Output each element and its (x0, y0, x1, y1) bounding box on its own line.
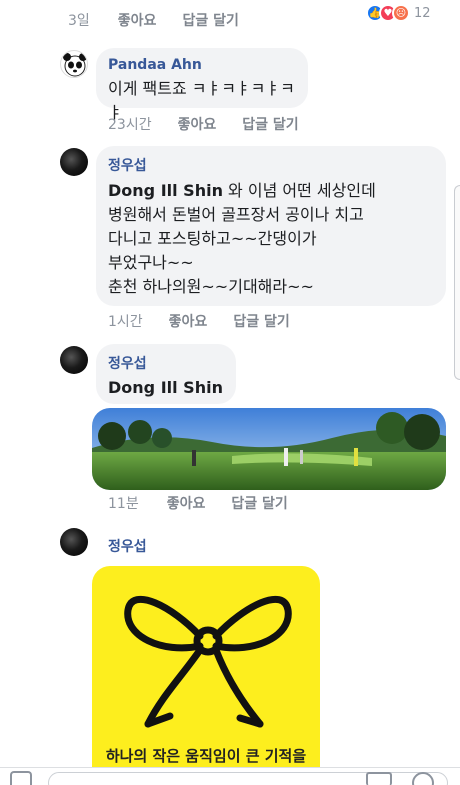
comment-bubble: 정우섭 Dong Ill Shin 와 이념 어떤 세상인데 병원해서 돈벌어 … (96, 146, 446, 306)
avatar[interactable] (60, 528, 88, 556)
reply-button[interactable]: 답글 달기 (231, 493, 287, 513)
scrollbar[interactable] (454, 185, 460, 380)
yellow-ribbon-image[interactable]: 하나의 작은 움직임이 큰 기적을 (92, 566, 320, 772)
angry-icon: ☹ (392, 4, 410, 22)
avatar[interactable] (60, 50, 88, 78)
reaction-count: 12 (414, 5, 431, 21)
comment-meta: 23시간 좋아요 답글 달기 (108, 114, 299, 134)
panda-icon (63, 53, 87, 77)
like-button[interactable]: 좋아요 (178, 114, 217, 134)
reaction-summary[interactable]: 👍 ♥ ☹ 12 (366, 4, 431, 22)
avatar[interactable] (60, 148, 88, 176)
comment-time: 11분 (108, 496, 139, 512)
reply-button[interactable]: 답글 달기 (242, 114, 298, 134)
avatar[interactable] (60, 346, 88, 374)
tagged-user[interactable]: Dong Ill Shin (108, 377, 224, 399)
comment-meta: 3일 좋아요 답글 달기 (68, 10, 239, 30)
comment-bubble: 정우섭 Dong Ill Shin (96, 344, 236, 404)
comment-author[interactable]: 정우섭 (108, 353, 224, 373)
image-caption: 하나의 작은 움직임이 큰 기적을 (105, 747, 307, 765)
gif-icon[interactable] (366, 772, 392, 785)
ribbon-icon (124, 595, 292, 728)
comment-text: Dong Ill Shin 와 이념 어떤 세상인데 병원해서 돈벌어 골프장서… (108, 179, 434, 299)
like-button[interactable]: 좋아요 (167, 493, 206, 513)
comment-meta: 11분 좋아요 답글 달기 (108, 493, 288, 513)
comment-author[interactable]: 정우섭 (108, 536, 147, 556)
comment-composer (0, 767, 460, 785)
comment-time: 23시간 (108, 117, 152, 133)
tagged-user[interactable]: Dong Ill Shin (108, 181, 223, 200)
comment-bubble: Pandaa Ahn 이게 팩트죠 ㅋㅑㅋㅑㅋㅑㅋㅑ (96, 48, 308, 122)
golf-photo[interactable] (92, 408, 446, 490)
reply-button[interactable]: 답글 달기 (182, 10, 238, 30)
like-button[interactable]: 좋아요 (169, 311, 208, 331)
reply-button[interactable]: 답글 달기 (233, 311, 289, 331)
like-button[interactable]: 좋아요 (118, 10, 157, 30)
comment-text-first: 와 이념 어떤 세상인데 (222, 181, 376, 200)
comment-meta: 1시간 좋아요 답글 달기 (108, 311, 290, 331)
comment-text-rest: 병원해서 돈벌어 골프장서 공이나 치고 다니고 포스팅하고~~간댕이가 부었구… (108, 205, 364, 296)
comment-author[interactable]: 정우섭 (108, 155, 434, 175)
comment-time: 3일 (68, 13, 90, 29)
camera-icon[interactable] (10, 771, 32, 785)
comment-author[interactable]: Pandaa Ahn (108, 57, 296, 73)
comment-time: 1시간 (108, 314, 143, 330)
